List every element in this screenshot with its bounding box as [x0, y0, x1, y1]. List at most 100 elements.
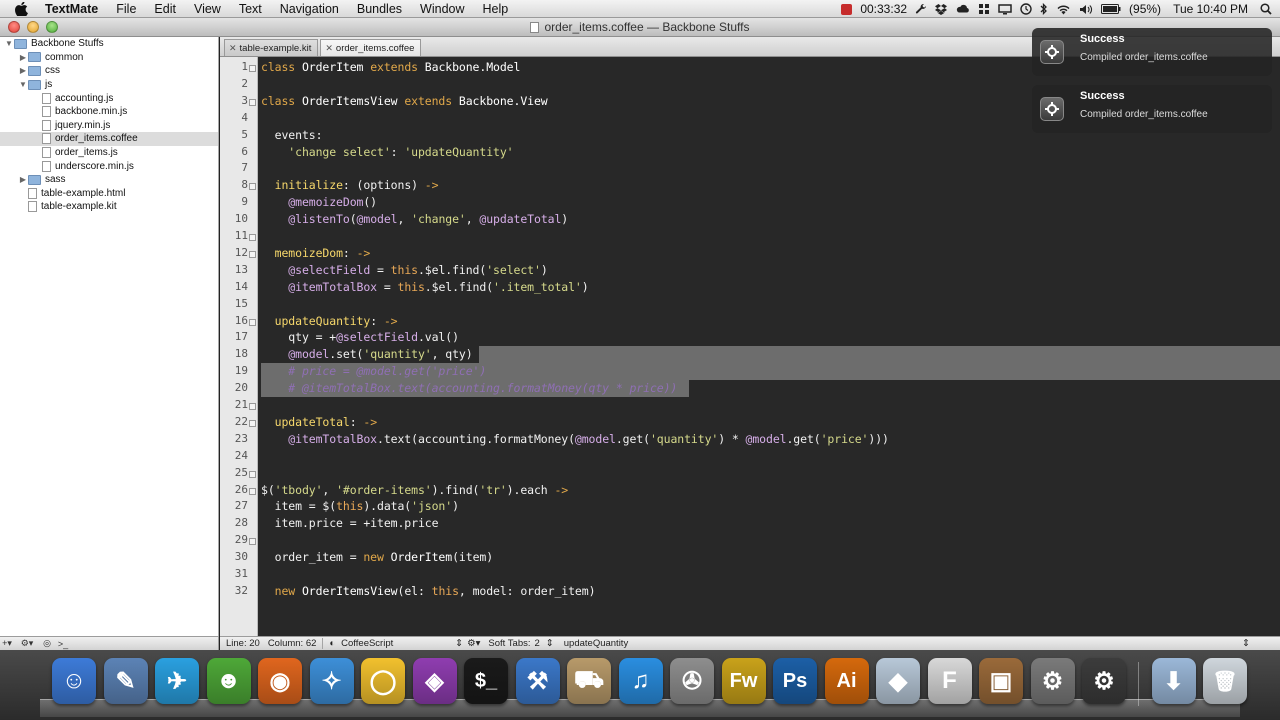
- code-line[interactable]: @selectField = this.$el.find('select'): [261, 262, 1280, 279]
- battery-icon[interactable]: [1101, 4, 1121, 14]
- dock-chrome-icon[interactable]: ◯: [361, 658, 405, 704]
- fold-marker-icon[interactable]: [249, 318, 256, 326]
- notification[interactable]: Success Compiled order_items.coffee: [1032, 28, 1272, 76]
- dock-image-capture-icon[interactable]: ▣: [979, 658, 1023, 704]
- dock-downloads-icon[interactable]: ⬇: [1151, 658, 1196, 704]
- menu-bundles[interactable]: Bundles: [348, 0, 411, 18]
- fold-marker-icon[interactable]: [249, 487, 256, 495]
- fold-marker-icon[interactable]: [249, 470, 256, 478]
- battery-percent[interactable]: (95%): [1129, 2, 1161, 16]
- tree-folder[interactable]: ▼ js: [0, 78, 218, 92]
- fold-marker-icon[interactable]: [249, 183, 256, 191]
- menu-help[interactable]: Help: [474, 0, 518, 18]
- code-line[interactable]: memoizeDom: ->: [261, 245, 1280, 262]
- dock-safari-icon[interactable]: ✧: [309, 658, 354, 704]
- gear-icon[interactable]: ⚙▾: [465, 638, 482, 649]
- tree-folder[interactable]: ▶ css: [0, 64, 218, 78]
- code-line[interactable]: initialize: (options) ->: [261, 177, 1280, 194]
- menubar-clock[interactable]: Tue 10:40 PM: [1173, 2, 1248, 16]
- add-icon[interactable]: +▾: [0, 638, 14, 649]
- code-editor[interactable]: 1 2 3 4 5 6 7 8 9 10 11 12 13 14 15 16 17 18 19 20 21 22 23 24 2…: [220, 57, 1280, 636]
- tree-file[interactable]: table-example.kit: [0, 200, 218, 214]
- code-line[interactable]: [261, 160, 1280, 177]
- apple-menu-icon[interactable]: [15, 1, 29, 16]
- wrench-icon[interactable]: [915, 3, 927, 15]
- code-line[interactable]: 'change select': 'updateQuantity': [261, 144, 1280, 161]
- code-line[interactable]: [261, 228, 1280, 245]
- recording-timer[interactable]: 00:33:32: [860, 2, 907, 16]
- fold-marker-icon[interactable]: [249, 98, 256, 106]
- tree-file[interactable]: order_items.coffee: [0, 132, 218, 146]
- bluetooth-icon[interactable]: [1040, 3, 1048, 15]
- tree-file[interactable]: backbone.min.js: [0, 105, 218, 119]
- menu-file[interactable]: File: [107, 0, 145, 18]
- display-icon[interactable]: [998, 3, 1012, 15]
- code-line[interactable]: [261, 566, 1280, 583]
- cloud-icon[interactable]: [956, 4, 970, 14]
- dock-fireworks-icon[interactable]: Fw: [721, 658, 766, 704]
- menu-edit[interactable]: Edit: [145, 0, 185, 18]
- terminal-icon[interactable]: >_: [56, 639, 70, 649]
- dock-disk-utility-icon[interactable]: ✇: [670, 658, 714, 704]
- fold-marker-icon[interactable]: [249, 419, 256, 427]
- code-line[interactable]: updateTotal: ->: [261, 414, 1280, 431]
- code-line[interactable]: @listenTo(@model, 'change', @updateTotal…: [261, 211, 1280, 228]
- dock-system-preferences-icon[interactable]: ⚙: [1030, 658, 1075, 704]
- code-line[interactable]: qty = +@selectField.val(): [261, 329, 1280, 346]
- volume-icon[interactable]: [1079, 4, 1093, 15]
- tab-table-example-kit[interactable]: ✕ table-example.kit: [224, 39, 319, 56]
- tree-folder[interactable]: ▶ common: [0, 51, 218, 65]
- time-machine-icon[interactable]: [1020, 3, 1032, 15]
- code-line[interactable]: @itemTotalBox = this.$el.find('.item_tot…: [261, 279, 1280, 296]
- menu-navigation[interactable]: Navigation: [271, 0, 348, 18]
- fold-marker-icon[interactable]: [249, 65, 256, 72]
- disclosure-open-icon[interactable]: ▼: [4, 39, 14, 49]
- dock-firefox-icon[interactable]: ◉: [258, 658, 302, 704]
- code-area[interactable]: class OrderItem extends Backbone.Model cl…: [261, 57, 1280, 636]
- grid-icon[interactable]: [978, 3, 990, 15]
- close-tab-icon[interactable]: ✕: [325, 43, 333, 54]
- code-line[interactable]: new OrderItemsView(el: this, model: orde…: [261, 583, 1280, 600]
- tree-file[interactable]: jquery.min.js: [0, 119, 218, 133]
- code-line[interactable]: @memoizeDom(): [261, 194, 1280, 211]
- dock-terminal-icon[interactable]: $_: [464, 658, 508, 704]
- tree-folder[interactable]: ▶ sass: [0, 173, 218, 187]
- menu-view[interactable]: View: [185, 0, 230, 18]
- fold-marker-icon[interactable]: [249, 250, 256, 258]
- symbol-select[interactable]: updateQuantity: [558, 638, 1236, 649]
- menu-app[interactable]: TextMate: [41, 0, 107, 18]
- dock-illustrator-icon[interactable]: Ai: [824, 658, 869, 704]
- dock-preview-icon[interactable]: ✎: [103, 658, 148, 704]
- code-line[interactable]: [261, 296, 1280, 313]
- disclosure-open-icon[interactable]: ▼: [18, 80, 28, 90]
- fold-marker-icon[interactable]: [249, 234, 256, 241]
- tree-root[interactable]: ▼ Backbone Stuffs: [0, 37, 218, 51]
- menu-text[interactable]: Text: [230, 0, 271, 18]
- code-line[interactable]: # @itemTotalBox.text(accounting.formatMo…: [261, 380, 1280, 397]
- code-line[interactable]: item.price = +item.price: [261, 515, 1280, 532]
- wifi-icon[interactable]: [1056, 4, 1071, 15]
- soft-tabs-label[interactable]: Soft Tabs:: [482, 638, 534, 649]
- code-line[interactable]: [261, 397, 1280, 414]
- code-line[interactable]: updateQuantity: ->: [261, 313, 1280, 330]
- close-tab-icon[interactable]: ✕: [229, 43, 237, 54]
- dock-twitter-icon[interactable]: ✈: [155, 658, 199, 704]
- dock-itunes-icon[interactable]: ♫: [618, 658, 663, 704]
- gear-icon[interactable]: ⚙▾: [20, 638, 34, 649]
- dock-pixelmator-icon[interactable]: ◈: [412, 658, 457, 704]
- tab-order-items-coffee[interactable]: ✕ order_items.coffee: [320, 39, 422, 56]
- code-line[interactable]: @itemTotalBox.text(accounting.formatMone…: [261, 431, 1280, 448]
- dock-sketch-icon[interactable]: ◆: [876, 658, 920, 704]
- status-column[interactable]: Column: 62: [266, 638, 323, 649]
- soft-tabs-value[interactable]: 2: [535, 638, 546, 649]
- code-line[interactable]: # price = @model.get('price'): [261, 363, 1280, 380]
- fold-marker-icon[interactable]: [249, 403, 256, 410]
- refresh-icon[interactable]: ◎: [40, 638, 54, 649]
- spotlight-icon[interactable]: [1260, 3, 1272, 15]
- status-line[interactable]: Line: 20: [220, 638, 266, 649]
- fold-marker-icon[interactable]: [249, 538, 256, 546]
- dock-xcode-icon[interactable]: ⚒: [515, 658, 560, 704]
- notification[interactable]: Success Compiled order_items.coffee: [1032, 85, 1272, 133]
- code-line[interactable]: [261, 465, 1280, 482]
- dock-transmit-icon[interactable]: ⛟: [567, 658, 611, 704]
